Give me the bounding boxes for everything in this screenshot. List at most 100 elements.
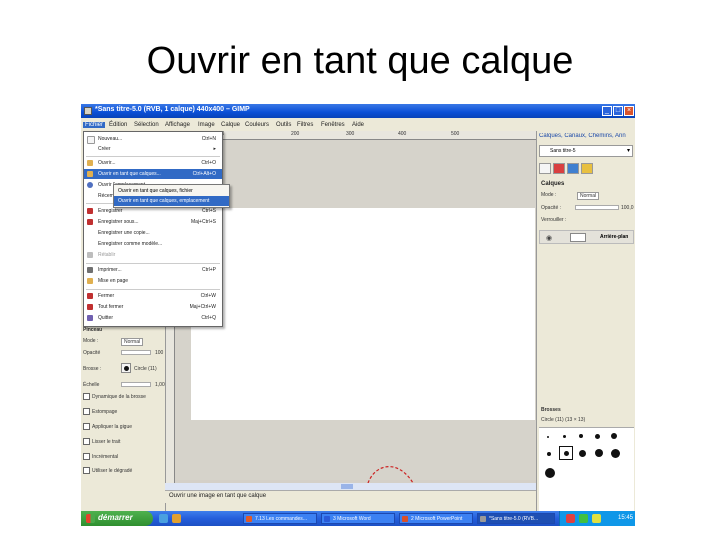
menu-item-enregistrer-copie[interactable]: Enregistrer une copie... xyxy=(84,228,222,238)
menu-fichier[interactable]: Fichier xyxy=(83,122,106,128)
menu-item-tout-fermer[interactable]: Tout fermer Maj+Ctrl+W xyxy=(84,302,222,312)
menu-filtres[interactable]: Filtres xyxy=(297,122,313,128)
brush-label: Brosse : xyxy=(83,366,102,372)
option-lisser[interactable]: Lisser le trait xyxy=(83,438,120,445)
close-icon xyxy=(87,293,93,299)
chevron-right-icon: ▸ xyxy=(213,146,216,152)
file-menu: Nouveau... Ctrl+N Créer ▸ Ouvrir... Ctrl+O … xyxy=(83,131,223,327)
mode-select[interactable]: Normal xyxy=(121,338,144,346)
menu-edition[interactable]: Édition xyxy=(109,122,127,128)
menu-item-enregistrer-sous[interactable]: Enregistrer sous... Maj+Ctrl+S xyxy=(84,217,222,227)
menu-image[interactable]: Image xyxy=(198,122,215,128)
layer-name: Arrière-plan xyxy=(600,234,629,240)
task-button-active[interactable]: *Sans titre-5.0 (RVB... xyxy=(477,513,555,524)
brush-swatch[interactable] xyxy=(595,434,600,439)
image-canvas[interactable] xyxy=(191,208,535,420)
menu-item-creer[interactable]: Créer ▸ xyxy=(84,144,222,154)
menu-item-nouveau[interactable]: Nouveau... Ctrl+N xyxy=(84,134,222,144)
layer-thumbnail xyxy=(570,233,586,242)
task-button[interactable]: 2 Microsoft PowerPoint xyxy=(399,513,473,524)
maximize-button[interactable]: □ xyxy=(613,106,623,116)
layer-mode-select[interactable]: Normal xyxy=(577,192,600,200)
brush-swatch[interactable] xyxy=(545,468,555,478)
menu-fenetres[interactable]: Fenêtres xyxy=(321,122,345,128)
start-label: démarrer xyxy=(98,513,133,522)
menu-separator xyxy=(86,263,220,264)
brush-swatch[interactable] xyxy=(563,435,566,438)
brush-swatch[interactable] xyxy=(547,436,549,438)
menu-item-fermer[interactable]: Fermer Ctrl+W xyxy=(84,291,222,301)
menu-calque[interactable]: Calque xyxy=(221,122,240,128)
brush-picker-button[interactable] xyxy=(121,363,131,373)
menu-item-imprimer[interactable]: Imprimer... Ctrl+P xyxy=(84,265,222,275)
brush-grid[interactable] xyxy=(539,427,634,512)
layer-row[interactable]: ◉ Arrière-plan xyxy=(539,230,634,244)
task-button[interactable]: 7.13 Les commandes... xyxy=(243,513,317,524)
layer-opacity-slider[interactable] xyxy=(575,205,619,210)
option-gigue[interactable]: Appliquer la gigue xyxy=(83,423,132,430)
tab-channels[interactable] xyxy=(553,163,565,174)
menu-aide[interactable]: Aide xyxy=(352,122,364,128)
tab-undo[interactable] xyxy=(581,163,593,174)
brush-swatch[interactable] xyxy=(547,452,551,456)
tray-icon[interactable] xyxy=(592,514,601,523)
quicklaunch-folder-icon[interactable] xyxy=(172,514,181,523)
scale-slider[interactable] xyxy=(121,382,151,387)
selected-brush-frame[interactable] xyxy=(559,446,573,460)
option-dynamique[interactable]: Dynamique de la brosse xyxy=(83,393,146,400)
dock-tabs xyxy=(539,163,634,175)
ruler-tick: 300 xyxy=(346,131,355,137)
menu-item-mise-en-page[interactable]: Mise en page xyxy=(84,276,222,286)
system-tray: 15:45 xyxy=(559,511,635,526)
menu-outils[interactable]: Outils xyxy=(276,122,291,128)
brush-swatch[interactable] xyxy=(611,449,620,458)
layer-opacity-value: 100,0 xyxy=(621,205,634,211)
lock-label: Verrouiller : xyxy=(541,217,567,223)
tab-paths[interactable] xyxy=(567,163,579,174)
brush-swatch[interactable] xyxy=(595,449,603,457)
submenu-item-fichier[interactable]: Ouvrir en tant que calques, fichier xyxy=(114,186,229,196)
horizontal-scrollbar[interactable] xyxy=(165,483,536,490)
layers-dock: Calques, Canaux, Chemins, Ann Sans titre… xyxy=(536,131,635,512)
window-titlebar[interactable]: *Sans titre-5.0 (RVB, 1 calque) 440x400 … xyxy=(81,104,635,118)
word-icon xyxy=(324,516,330,522)
menu-item-ouvrir-calques[interactable]: Ouvrir en tant que calques... Ctrl+Alt+O xyxy=(84,169,222,179)
windows-logo-icon xyxy=(86,514,95,523)
tab-layers[interactable] xyxy=(539,163,551,174)
tray-icon[interactable] xyxy=(566,514,575,523)
start-button[interactable]: démarrer xyxy=(81,511,153,526)
close-button[interactable]: × xyxy=(624,106,634,116)
menu-couleurs[interactable]: Couleurs xyxy=(245,122,269,128)
submenu-item-emplacement[interactable]: Ouvrir en tant que calques, emplacement xyxy=(114,196,229,206)
new-icon xyxy=(87,136,95,144)
menu-item-ouvrir[interactable]: Ouvrir... Ctrl+O xyxy=(84,158,222,168)
image-selector[interactable]: Sans titre-5 ▾ xyxy=(539,145,633,157)
option-degrade[interactable]: Utiliser le dégradé xyxy=(83,467,132,474)
brush-swatch[interactable] xyxy=(611,433,617,439)
slide-title: Ouvrir en tant que calque xyxy=(146,40,574,82)
option-estompage[interactable]: Estompage xyxy=(83,408,117,415)
menu-separator xyxy=(86,289,220,290)
brush-swatch[interactable] xyxy=(579,434,583,438)
scrollbar-thumb[interactable] xyxy=(341,484,353,489)
brush-swatch[interactable] xyxy=(579,450,586,457)
folder-layers-icon xyxy=(87,171,93,177)
menu-item-retablir[interactable]: Rétablir xyxy=(84,250,222,260)
menu-selection[interactable]: Sélection xyxy=(134,122,159,128)
menu-item-enregistrer-modele[interactable]: Enregistrer comme modèle... xyxy=(84,239,222,249)
page-setup-icon xyxy=(87,278,93,284)
minimize-button[interactable]: _ xyxy=(602,106,612,116)
eye-icon[interactable]: ◉ xyxy=(546,234,552,242)
scale-label: Échelle xyxy=(83,382,100,388)
task-button[interactable]: 3 Microsoft Word xyxy=(321,513,395,524)
dock-title: Calques, Canaux, Chemins, Ann xyxy=(539,133,626,139)
option-incremental[interactable]: Incrémental xyxy=(83,453,118,460)
opacity-value: 100 xyxy=(155,350,164,356)
quicklaunch-ie-icon[interactable] xyxy=(159,514,168,523)
brush-swatch xyxy=(564,451,569,456)
menu-affichage[interactable]: Affichage xyxy=(165,122,190,128)
status-bar: Ouvrir une image en tant que calque xyxy=(165,490,536,503)
opacity-slider[interactable] xyxy=(121,350,151,355)
tray-icon[interactable] xyxy=(579,514,588,523)
menu-item-quitter[interactable]: Quitter Ctrl+Q xyxy=(84,313,222,323)
